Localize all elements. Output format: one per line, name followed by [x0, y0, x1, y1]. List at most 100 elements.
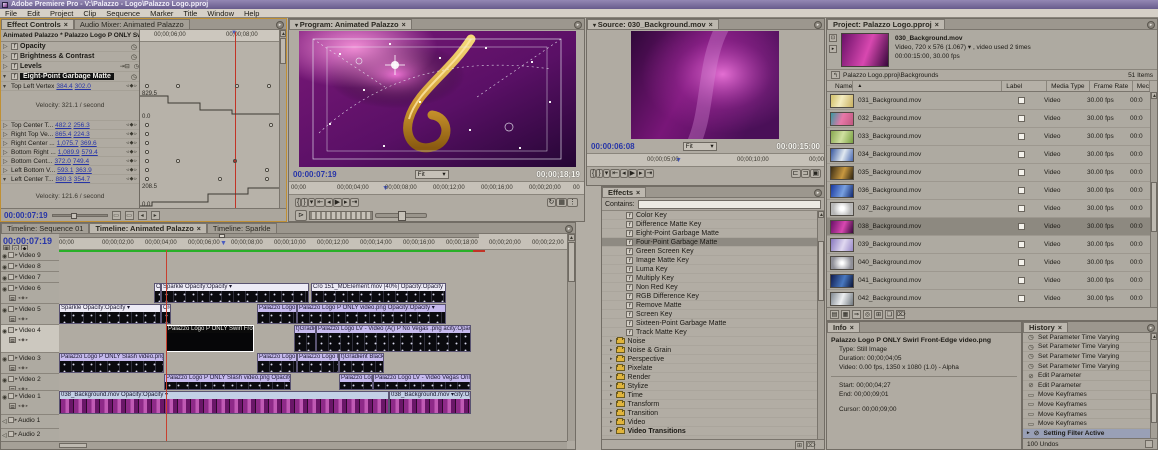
project-row[interactable]: 032_Background.mov Video 30.00 fps 00:0	[827, 110, 1150, 128]
display-style-icon[interactable]: ▤	[9, 403, 16, 409]
effect-item[interactable]: f Non Red Key	[602, 283, 817, 292]
effect-folder[interactable]: ▸ Time	[602, 391, 817, 400]
bin-up-icon[interactable]: ↰	[831, 71, 840, 79]
tab-program[interactable]: ▾ Program: Animated Palazzo×	[289, 19, 412, 29]
track-keyframe-nav[interactable]: ◂◆▸	[18, 295, 29, 301]
close-icon[interactable]: ×	[850, 325, 854, 332]
safe-margins-button[interactable]: ▦	[556, 198, 567, 207]
display-style-icon[interactable]: ▤	[9, 365, 16, 371]
label-checkbox[interactable]	[1018, 133, 1025, 140]
step-forward-button[interactable]: ▸	[342, 198, 350, 207]
history-item[interactable]: ▸ ⊘ Setting Filter Active	[1023, 429, 1150, 438]
step-forward-button[interactable]: ▸	[637, 169, 645, 178]
close-icon[interactable]: ×	[636, 190, 640, 197]
timeline-clip[interactable]: Palazzo Logo P ONLY Slash video.png Opac…	[59, 353, 164, 373]
history-item[interactable]: ▸ ⊘ Edit Parameter	[1023, 371, 1150, 381]
project-row[interactable]: 033_Background.mov Video 30.00 fps 00:0	[827, 128, 1150, 146]
param-row[interactable]: ▷ Right Top Ve... 865.4 224.3 ◃◆▹	[1, 130, 139, 139]
track-keyframe-nav[interactable]: ◂◆▸	[18, 316, 29, 322]
effect-row-garbage-matte[interactable]: ▾f Eight-Point Garbage Matte ◷	[1, 72, 139, 82]
effect-folder[interactable]: ▸ Pixelate	[602, 364, 817, 373]
timeline-clip[interactable]: Palazzo Logo P ONLY Slash video.png Opac…	[164, 374, 291, 390]
track-output-toggle-icon[interactable]	[2, 284, 7, 293]
timeline-track-header[interactable]: ▸ Audio 1 ▤ ◂◆▸	[1, 415, 59, 429]
program-ruler[interactable]: ▼ 00;0000;00;04;0000;00;08;0000;00;12;00…	[289, 181, 584, 195]
effect-item[interactable]: f Color Key	[602, 211, 817, 220]
timeline-clip[interactable]: Palazzo Logo LV - Video (A() P No Vegas …	[316, 325, 471, 352]
work-area-handle[interactable]	[219, 234, 225, 238]
source-timecode[interactable]: 00:00:06:08	[591, 142, 635, 151]
history-item[interactable]: ▸ ◷ Set Parameter Time Varying	[1023, 343, 1150, 353]
history-item[interactable]: ▸ ▭ Move Keyframes	[1023, 391, 1150, 401]
track-output-toggle-icon[interactable]	[2, 262, 7, 271]
column-name[interactable]: Name▲	[827, 81, 1002, 91]
keyframe-nav[interactable]: ◃◆▹	[126, 140, 138, 146]
go-to-out-button[interactable]: ⇥	[350, 198, 360, 207]
display-style-icon[interactable]: ▤	[9, 295, 16, 301]
timeline-ruler[interactable]: 00;0000;00;02;0000;00;04;0000;00;06;0000…	[59, 234, 567, 250]
zoom-level-dropdown[interactable]: Fit▾	[683, 142, 717, 151]
timeline-track-header[interactable]: ▸ Video 7 ▤ ◂◆▸	[1, 272, 59, 283]
param-x-value[interactable]: 384.4	[56, 83, 72, 90]
work-area-bar[interactable]	[59, 234, 479, 238]
timeline-track-header[interactable]: ▸ Video 4 ▤ ◂◆▸	[1, 325, 59, 353]
param-y-value[interactable]: 363.9	[75, 167, 91, 174]
keyframe-marker[interactable]	[145, 123, 149, 127]
tab-effect-controls[interactable]: Effect Controls×	[1, 19, 74, 29]
stopwatch-icon[interactable]: ◷	[131, 43, 137, 51]
history-item[interactable]: ▸ ◷ Set Parameter Time Varying	[1023, 352, 1150, 362]
column-frame-rate[interactable]: Frame Rate	[1090, 81, 1133, 91]
find-icon[interactable]: ◎	[863, 310, 872, 319]
label-checkbox[interactable]	[1018, 205, 1025, 212]
track-lock-toggle[interactable]	[8, 274, 14, 280]
param-y-value[interactable]: 302.0	[75, 83, 91, 90]
keyframe-marker[interactable]	[145, 132, 149, 136]
effect-item[interactable]: f Remove Matte	[602, 301, 817, 310]
keyframe-marker[interactable]	[267, 84, 271, 88]
track-display-controls[interactable]: ▤ ◂◆▸	[1, 293, 59, 302]
playhead-marker-icon[interactable]: ▼	[231, 30, 237, 36]
label-checkbox[interactable]	[1018, 295, 1025, 302]
param-y-value[interactable]: 579.4	[81, 149, 97, 156]
track-expand-icon[interactable]: ▸	[15, 274, 18, 280]
effect-enable-icon[interactable]: f	[11, 43, 18, 50]
zoom-slider[interactable]	[52, 214, 108, 217]
poster-frame-icon[interactable]: ⊡	[829, 34, 837, 42]
go-to-in-button[interactable]: ⇤	[610, 169, 620, 178]
track-lock-toggle[interactable]	[8, 417, 14, 423]
label-checkbox[interactable]	[1018, 97, 1025, 104]
column-media[interactable]: Mec	[1133, 81, 1150, 91]
zoom-level-dropdown[interactable]: Fit▾	[415, 170, 449, 179]
label-checkbox[interactable]	[1018, 241, 1025, 248]
track-display-controls[interactable]: ▤ ◂◆▸	[1, 363, 59, 372]
tab-timeline-animated-palazzo[interactable]: Timeline: Animated Palazzo×	[89, 223, 206, 233]
effect-folder[interactable]: ▸ Video	[602, 418, 817, 427]
panel-menu-button[interactable]: ▸	[814, 21, 822, 29]
param-x-value[interactable]: 372.0	[55, 158, 71, 165]
timeline-clip[interactable]: t)Gradient Black t	[339, 353, 384, 373]
tab-info[interactable]: Info×	[827, 322, 860, 332]
project-row[interactable]: 037_Background.mov Video 30.00 fps 00:0	[827, 200, 1150, 218]
effect-folder[interactable]: ▸ Noise & Grain	[602, 346, 817, 355]
history-item[interactable]: ▸ ⊘ Edit Parameter	[1023, 381, 1150, 391]
expand-icon[interactable]: ▸	[610, 356, 613, 362]
effect-folder[interactable]: ▸ Transform	[602, 400, 817, 409]
effect-item[interactable]: f Luma Key	[602, 265, 817, 274]
expand-toggle-icon[interactable]: ▾	[3, 83, 9, 90]
track-display-controls[interactable]: ▤ ◂◆▸	[1, 401, 59, 410]
play-preview-icon[interactable]: ▸	[829, 45, 837, 53]
menu-item[interactable]: Marker	[145, 9, 178, 18]
project-row[interactable]: 038_Background.mov Video 30.00 fps 00:0	[827, 218, 1150, 236]
shuttle-control[interactable]	[375, 213, 427, 218]
keyframe-marker[interactable]	[145, 150, 149, 154]
label-checkbox[interactable]	[1018, 187, 1025, 194]
keyframe-marker[interactable]	[218, 177, 222, 181]
keyframe-marker[interactable]	[145, 84, 149, 88]
label-checkbox[interactable]	[1018, 169, 1025, 176]
expand-icon[interactable]: ▸	[610, 428, 613, 434]
expand-icon[interactable]: ▸	[610, 365, 613, 371]
close-icon[interactable]: ×	[197, 226, 201, 233]
panel-menu-button[interactable]: ▸	[565, 225, 573, 233]
param-row[interactable]: ▷ Right Center ... 1,075.7 369.6 ◃◆▹	[1, 139, 139, 148]
track-lock-toggle[interactable]	[8, 431, 14, 437]
